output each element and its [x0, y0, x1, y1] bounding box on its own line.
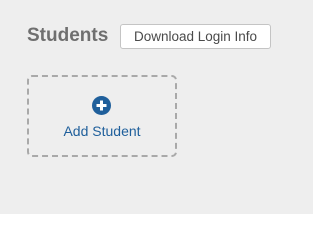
add-student-card[interactable]: Add Student — [27, 75, 177, 157]
section-title: Students — [27, 25, 109, 46]
page-edge-right — [313, 0, 317, 219]
page-edge-bottom — [0, 214, 317, 219]
add-student-label: Add Student — [63, 123, 141, 139]
students-panel: Students Download Login Info Add Student — [0, 0, 313, 214]
plus-circle-icon — [92, 96, 111, 115]
download-login-info-button[interactable]: Download Login Info — [120, 24, 271, 49]
